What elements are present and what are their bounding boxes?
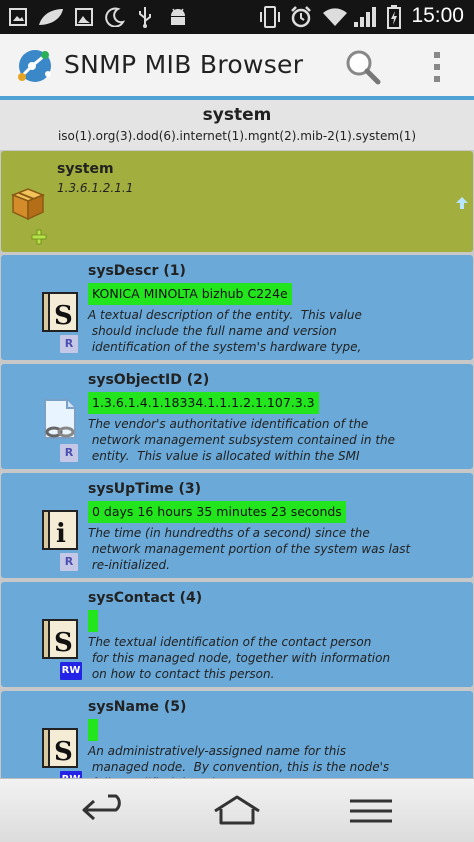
arrow-up-icon[interactable]	[455, 195, 469, 209]
search-icon[interactable]	[344, 48, 382, 86]
leaf-name: sysDescr (1)	[88, 263, 186, 279]
parent-node-system[interactable]: system 1.3.6.1.2.1.1	[1, 151, 473, 252]
status-clock: 15:00	[411, 4, 464, 27]
string-icon: S	[39, 725, 81, 771]
leaf-value: KONICA MINOLTA bizhub C224e	[88, 283, 292, 305]
app-logo-icon[interactable]	[14, 46, 56, 86]
signal-icon	[352, 5, 378, 29]
mib-path-header: system iso(1).org(3).dod(6).internet(1).…	[0, 100, 474, 150]
image-icon	[8, 5, 28, 29]
picture-icon	[74, 5, 94, 29]
svg-text:S: S	[54, 628, 73, 658]
vibrate-icon	[258, 5, 282, 29]
svg-text:i: i	[56, 519, 66, 549]
access-read-badge: R	[60, 553, 78, 571]
leaf-value[interactable]	[88, 610, 98, 632]
access-readwrite-badge: RW	[60, 662, 82, 680]
leaf-name: sysUpTime (3)	[88, 481, 202, 497]
leaf-description: The time (in hundredths of a second) sin…	[88, 526, 411, 572]
action-bar: SNMP MIB Browser	[0, 34, 474, 98]
system-nav-bar	[0, 778, 474, 842]
battery-charging-icon	[384, 5, 404, 29]
access-read-badge: R	[60, 444, 78, 462]
usb-icon	[136, 5, 154, 29]
node-name: system	[57, 161, 114, 177]
node-oid: 1.3.6.1.2.1.1	[57, 181, 134, 195]
app-title: SNMP MIB Browser	[64, 50, 304, 79]
leaf-name: sysObjectID (2)	[88, 372, 210, 388]
wifi-icon	[320, 5, 350, 29]
leaf-sysdescr[interactable]: sysDescr (1) KONICA MINOLTA bizhub C224e…	[1, 255, 473, 360]
leaf-icon	[36, 5, 66, 29]
integer-icon: i	[39, 507, 81, 553]
string-icon: S	[39, 616, 81, 662]
leaf-syscontact[interactable]: sysContact (4) The textual identificatio…	[1, 582, 473, 687]
leaf-value: 1.3.6.1.4.1.18334.1.1.1.2.1.107.3.3	[88, 392, 319, 414]
leaf-value: 0 days 16 hours 35 minutes 23 seconds	[88, 501, 346, 523]
leaf-sysuptime[interactable]: sysUpTime (3) 0 days 16 hours 35 minutes…	[1, 473, 473, 578]
alarm-icon	[288, 5, 314, 29]
moon-icon	[104, 5, 126, 29]
oid-link-icon	[39, 398, 81, 444]
leaf-sysname[interactable]: sysName (5) An administratively-assigned…	[1, 691, 473, 778]
svg-text:S: S	[54, 737, 73, 767]
access-readwrite-badge: RW	[60, 771, 82, 778]
leaf-value[interactable]	[88, 719, 98, 741]
home-icon[interactable]	[212, 793, 262, 829]
leaf-name: sysName (5)	[88, 699, 187, 715]
mib-tree-list[interactable]: system 1.3.6.1.2.1.1 sysDescr (1) KONICA…	[0, 150, 474, 778]
leaf-description: A textual description of the entity. Thi…	[88, 308, 362, 354]
back-icon[interactable]	[80, 793, 130, 829]
leaf-sysobjectid[interactable]: sysObjectID (2) 1.3.6.1.4.1.18334.1.1.1.…	[1, 364, 473, 469]
svg-text:S: S	[54, 301, 73, 331]
leaf-description: An administratively-assigned name for th…	[88, 744, 390, 778]
expand-plus-icon[interactable]	[31, 229, 47, 245]
access-read-badge: R	[60, 335, 78, 353]
overflow-menu-icon[interactable]	[430, 50, 444, 84]
package-box-icon	[9, 185, 47, 221]
leaf-description: The textual identification of the contac…	[88, 635, 391, 681]
android-icon	[166, 5, 190, 29]
leaf-description: The vendor's authoritative identificatio…	[88, 417, 396, 463]
status-bar: 15:00	[0, 0, 474, 34]
menu-icon[interactable]	[346, 793, 396, 829]
current-node-title: system	[202, 105, 272, 125]
current-node-oid-path: iso(1).org(3).dod(6).internet(1).mgnt(2)…	[57, 129, 417, 143]
leaf-name: sysContact (4)	[88, 590, 203, 606]
string-icon: S	[39, 289, 81, 335]
